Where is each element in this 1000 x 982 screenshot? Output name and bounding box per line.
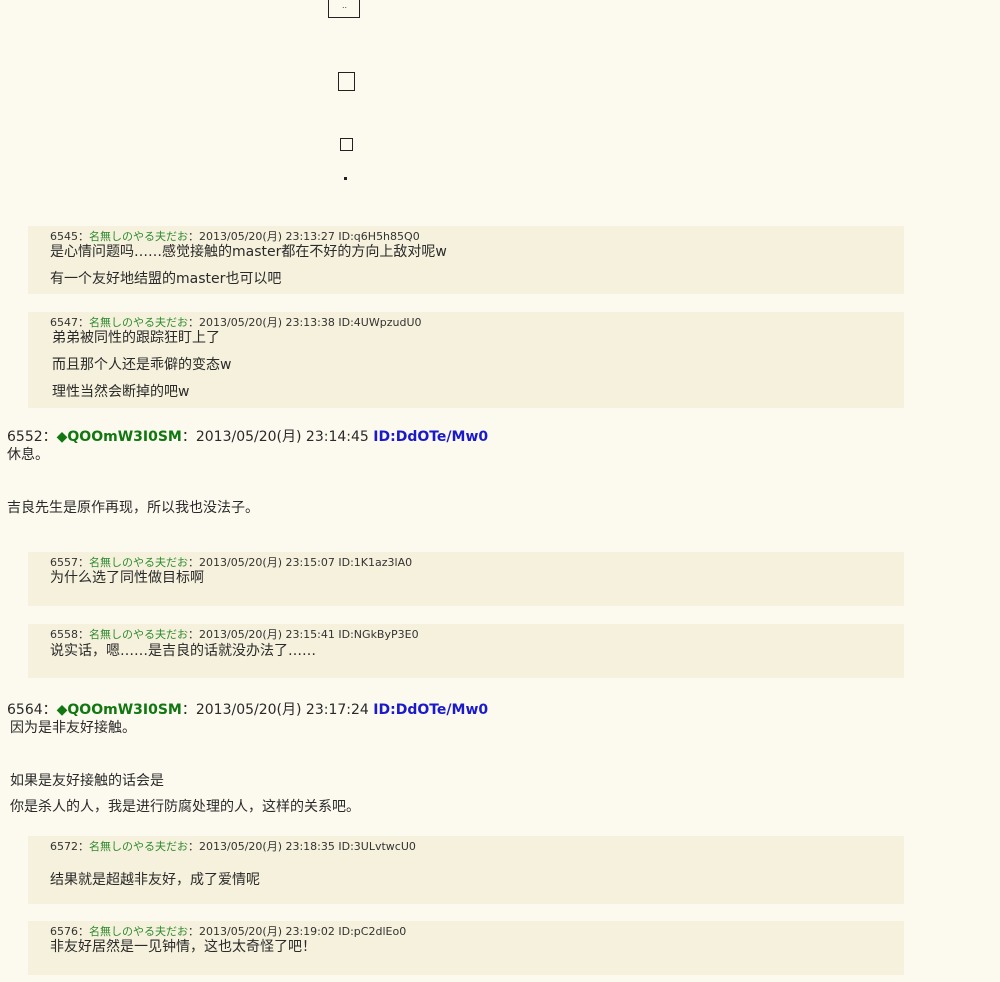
post-datetime: 2013/05/20(月) 23:13:27 — [199, 230, 335, 243]
author-trip: ◆QOOmW3I0SM — [56, 702, 182, 718]
poster-id: ID:4UWpzudU0 — [338, 316, 422, 329]
ascii-art-fragment: .. — [328, 0, 360, 18]
response-line: 有一个友好地结盟的master也可以吧 — [50, 271, 282, 287]
poster-id: ID:3ULvtwcU0 — [338, 840, 416, 853]
author-trip: ◆QOOmW3I0SM — [56, 429, 182, 445]
poster-id: ID:q6H5h85Q0 — [338, 230, 420, 243]
poster-id: ID:DdOTe/Mw0 — [373, 702, 489, 718]
post-line: 如果是友好接触的话会是 — [10, 773, 164, 789]
response-number[interactable]: 6572 — [50, 840, 78, 853]
response-number[interactable]: 6557 — [50, 556, 78, 569]
response-line: 说实话，嗯……是吉良的话就没办法了…… — [50, 643, 316, 659]
response-number[interactable]: 6545 — [50, 230, 78, 243]
post-header: 6564：◆QOOmW3I0SM：2013/05/20(月) 23:17:24 … — [7, 702, 489, 718]
ascii-art-box — [338, 72, 355, 91]
post-datetime: 2013/05/20(月) 23:15:07 — [199, 556, 335, 569]
quoted-response: 6545：名無しのやる夫だお：2013/05/20(月) 23:13:27 ID… — [28, 226, 904, 294]
poster-id: ID:NGkByP3E0 — [338, 628, 419, 641]
response-line: 理性当然会断掉的吧w — [52, 384, 190, 400]
author-post: 6552：◆QOOmW3I0SM：2013/05/20(月) 23:14:45 … — [7, 428, 987, 517]
poster-name: 名無しのやる夫だお — [89, 556, 188, 569]
post-datetime: 2013/05/20(月) 23:15:41 — [199, 628, 335, 641]
post-datetime: 2013/05/20(月) 23:17:24 — [195, 702, 369, 718]
response-header: 6557：名無しのやる夫だお：2013/05/20(月) 23:15:07 ID… — [50, 556, 413, 569]
response-header: 6558：名無しのやる夫だお：2013/05/20(月) 23:15:41 ID… — [50, 628, 419, 641]
poster-name: 名無しのやる夫だお — [89, 316, 188, 329]
response-line: 结果就是超越非友好，成了爱情呢 — [50, 872, 260, 888]
quoted-response: 6576：名無しのやる夫だお：2013/05/20(月) 23:19:02 ID… — [28, 921, 904, 975]
poster-name: 名無しのやる夫だお — [89, 840, 188, 853]
author-post: 6564：◆QOOmW3I0SM：2013/05/20(月) 23:17:24 … — [7, 701, 987, 816]
post-line: 吉良先生是原作再现，所以我也没法子。 — [7, 500, 259, 516]
response-number[interactable]: 6547 — [50, 316, 78, 329]
poster-name: 名無しのやる夫だお — [89, 230, 188, 243]
post-datetime: 2013/05/20(月) 23:14:45 — [195, 429, 369, 445]
quoted-response: 6558：名無しのやる夫だお：2013/05/20(月) 23:15:41 ID… — [28, 624, 904, 678]
response-number[interactable]: 6558 — [50, 628, 78, 641]
post-datetime: 2013/05/20(月) 23:18:35 — [199, 840, 335, 853]
post-header: 6552：◆QOOmW3I0SM：2013/05/20(月) 23:14:45 … — [7, 429, 489, 445]
poster-id: ID:1K1az3lA0 — [338, 556, 413, 569]
response-line: 而且那个人还是乖僻的变态w — [52, 357, 232, 373]
response-line: 非友好居然是一见钟情，这也太奇怪了吧！ — [50, 939, 316, 955]
ascii-art-dots: .. — [342, 1, 348, 10]
response-header: 6572：名無しのやる夫だお：2013/05/20(月) 23:18:35 ID… — [50, 840, 416, 853]
quoted-response: 6547：名無しのやる夫だお：2013/05/20(月) 23:13:38 ID… — [28, 312, 904, 408]
post-datetime: 2013/05/20(月) 23:13:38 — [199, 316, 335, 329]
poster-name: 名無しのやる夫だお — [89, 925, 188, 938]
response-line: 为什么选了同性做目标啊 — [50, 570, 204, 586]
response-header: 6547：名無しのやる夫だお：2013/05/20(月) 23:13:38 ID… — [50, 316, 422, 329]
post-line: 因为是非友好接触。 — [10, 720, 136, 736]
post-datetime: 2013/05/20(月) 23:19:02 — [199, 925, 335, 938]
poster-id: ID:pC2dlEo0 — [338, 925, 407, 938]
ascii-art-dot — [344, 177, 347, 180]
response-number[interactable]: 6576 — [50, 925, 78, 938]
response-header: 6576：名無しのやる夫だお：2013/05/20(月) 23:19:02 ID… — [50, 925, 407, 938]
ascii-art-box-small — [340, 138, 353, 151]
quoted-response: 6557：名無しのやる夫だお：2013/05/20(月) 23:15:07 ID… — [28, 552, 904, 606]
response-header: 6545：名無しのやる夫だお：2013/05/20(月) 23:13:27 ID… — [50, 230, 420, 243]
poster-name: 名無しのやる夫だお — [89, 628, 188, 641]
post-line: 你是杀人的人，我是进行防腐处理的人，这样的关系吧。 — [10, 799, 360, 815]
poster-id: ID:DdOTe/Mw0 — [373, 429, 489, 445]
response-line: 弟弟被同性的跟踪狂盯上了 — [52, 330, 220, 346]
post-line: 休息。 — [7, 447, 49, 463]
post-number[interactable]: 6552 — [7, 429, 43, 445]
post-number[interactable]: 6564 — [7, 702, 43, 718]
response-line: 是心情问题吗……感觉接触的master都在不好的方向上敌对呢w — [50, 244, 447, 260]
quoted-response: 6572：名無しのやる夫だお：2013/05/20(月) 23:18:35 ID… — [28, 836, 904, 904]
